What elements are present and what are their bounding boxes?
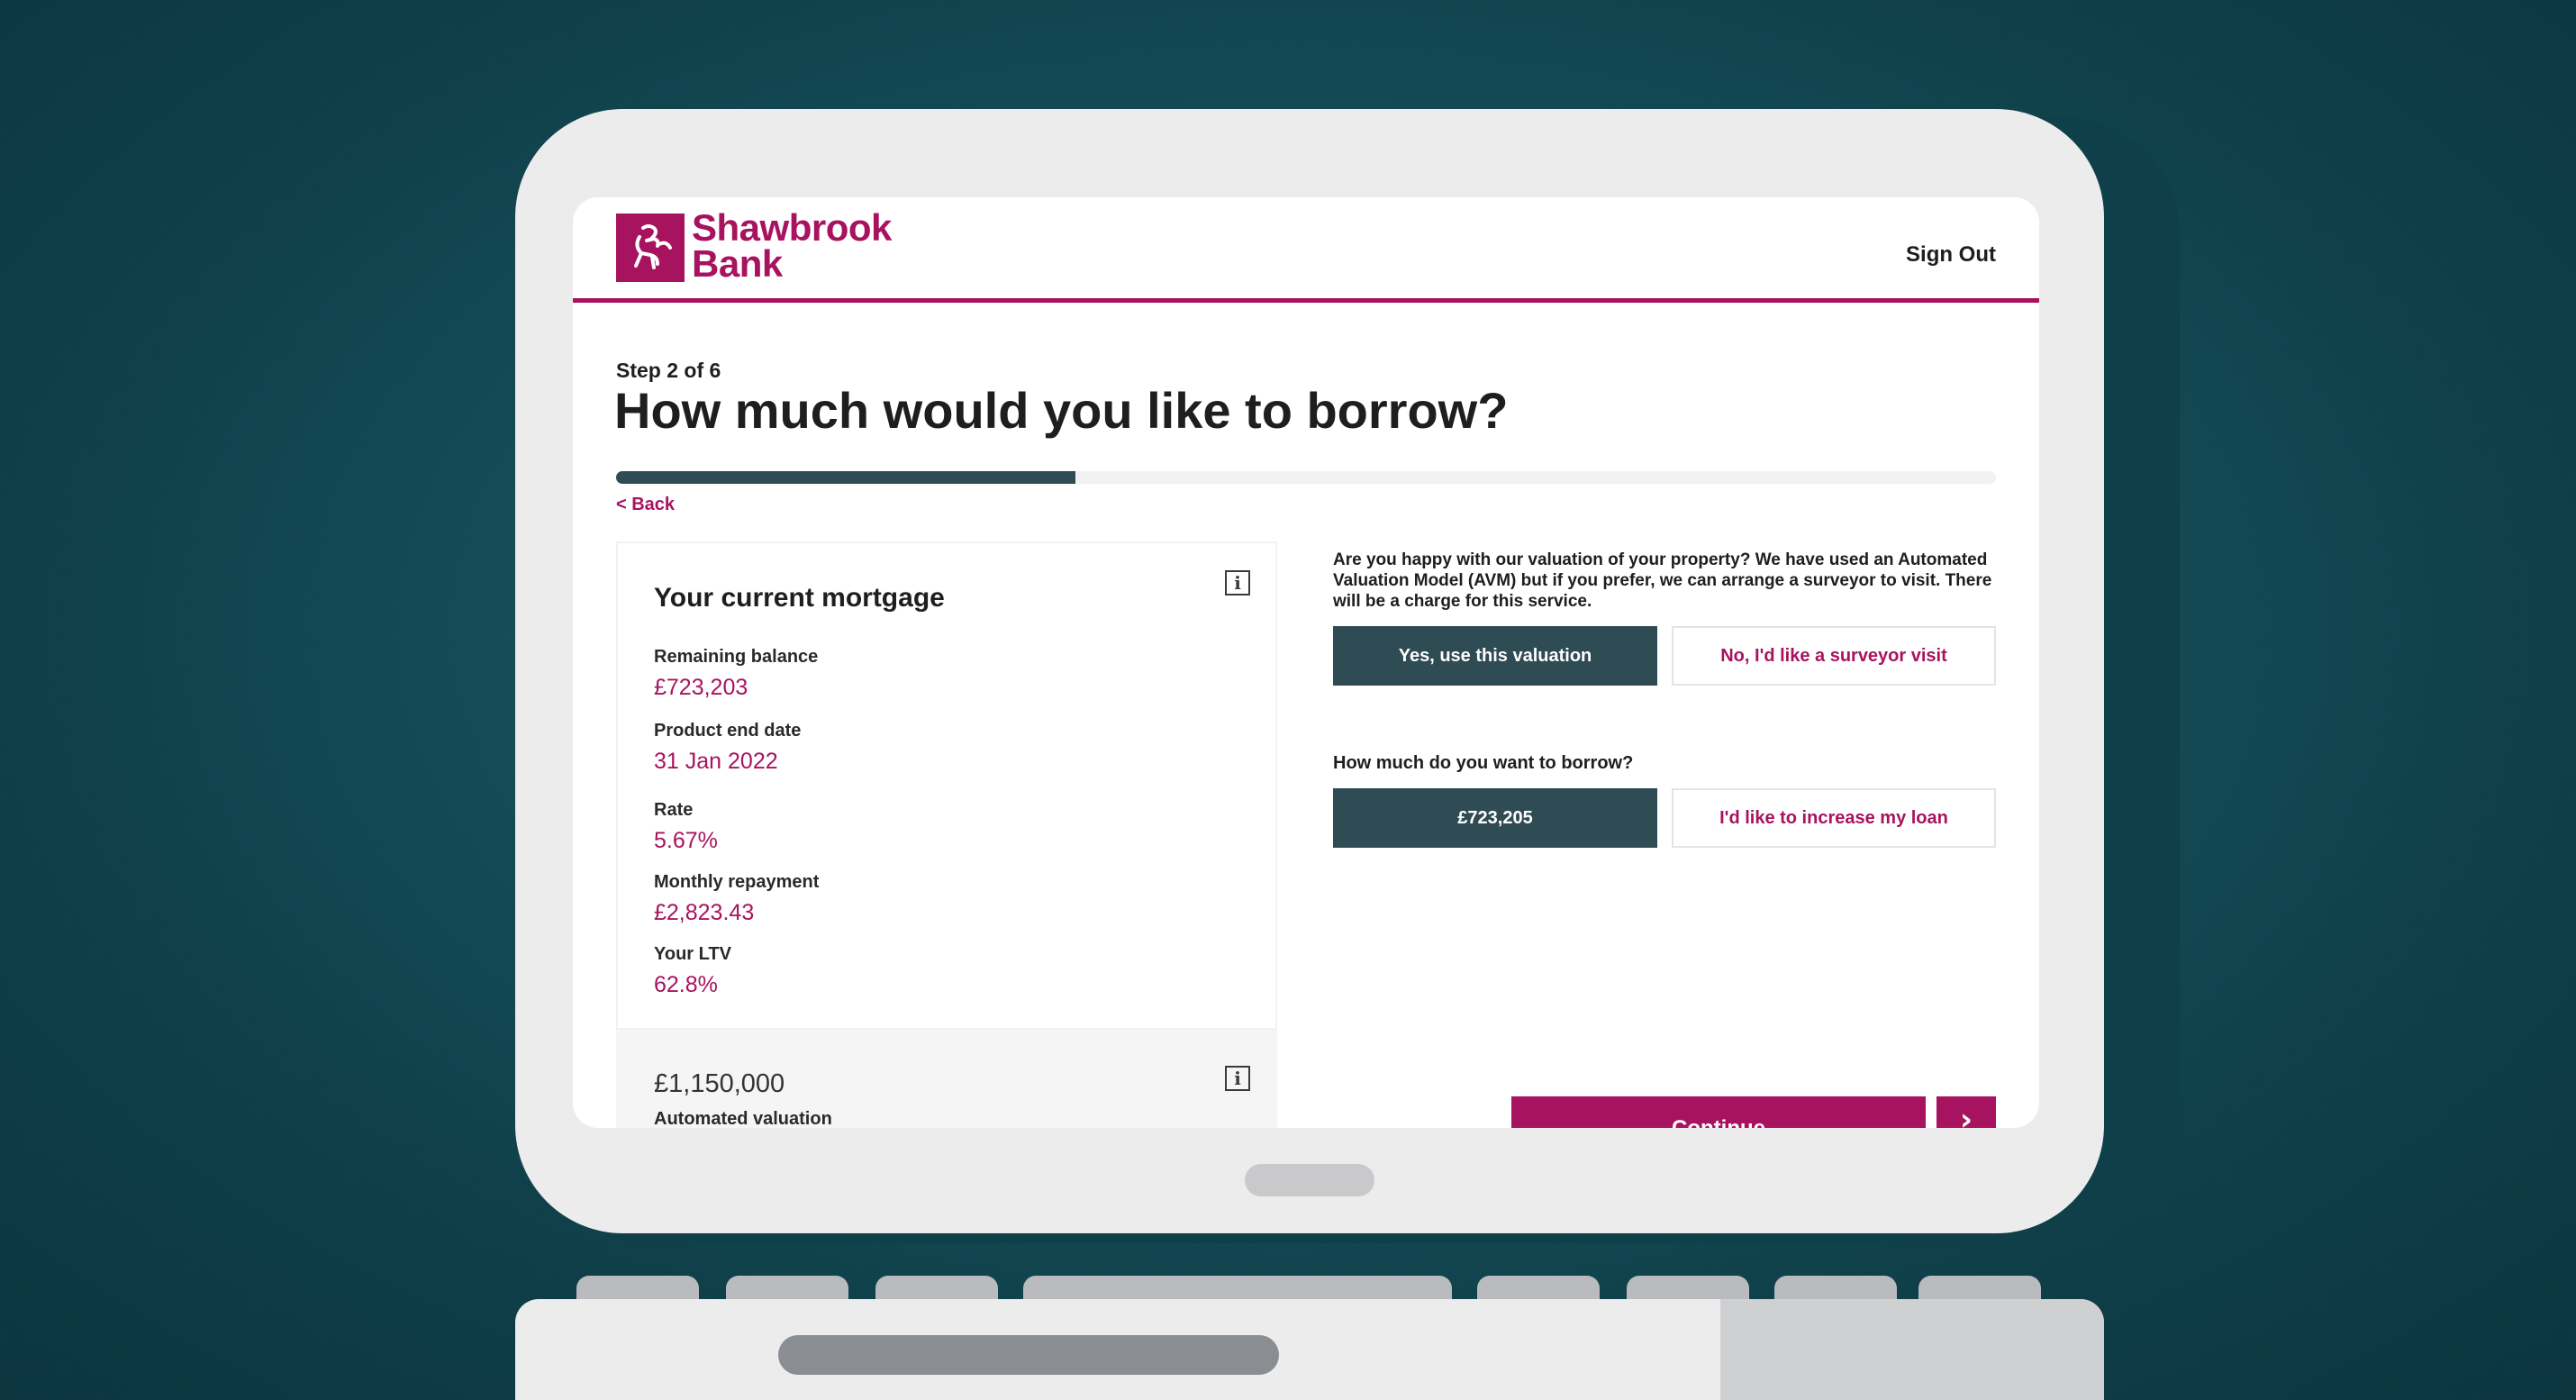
rate-value: 5.67% — [654, 828, 718, 853]
borrow-question: How much do you want to borrow? — [1333, 753, 1634, 773]
brand-name-line2: Bank — [692, 242, 783, 285]
use-valuation-button[interactable]: Yes, use this valuation — [1333, 626, 1657, 686]
lion-logo-icon[interactable] — [616, 214, 685, 282]
continue-button-label: Continue — [1672, 1116, 1765, 1128]
laptop-base-slot — [778, 1335, 1279, 1375]
surveyor-visit-button-label: No, I'd like a surveyor visit — [1720, 645, 1947, 666]
continue-button[interactable]: Continue — [1511, 1096, 1926, 1128]
laptop-screen: Shawbrook Bank Sign Out Step 2 of 6 How … — [573, 197, 2039, 1128]
increase-loan-button[interactable]: I'd like to increase my loan — [1672, 788, 1996, 848]
ltv-label: Your LTV — [654, 944, 731, 964]
remaining-balance-value: £723,203 — [654, 675, 748, 700]
monthly-repayment-label: Monthly repayment — [654, 872, 820, 892]
ltv-value: 62.8% — [654, 972, 718, 997]
back-link[interactable]: < Back — [616, 495, 675, 515]
valuation-label: Automated valuation — [654, 1109, 832, 1128]
valuation-amount: £1,150,000 — [654, 1069, 785, 1098]
monthly-repayment-value: £2,823.43 — [654, 900, 755, 925]
site-header: Shawbrook Bank Sign Out — [573, 197, 2039, 303]
step-indicator: Step 2 of 6 — [616, 359, 721, 382]
info-icon[interactable]: i — [1225, 570, 1250, 595]
sign-out-link[interactable]: Sign Out — [1906, 242, 1996, 268]
page-title: How much would you like to borrow? — [614, 382, 1509, 439]
laptop-hinge-pill — [1245, 1164, 1374, 1196]
remaining-balance-label: Remaining balance — [654, 647, 819, 667]
rate-label: Rate — [654, 800, 694, 820]
borrow-amount-button-label: £723,205 — [1457, 807, 1533, 828]
laptop-base-shade — [1720, 1299, 2104, 1400]
valuation-question: Are you happy with our valuation of your… — [1333, 550, 1992, 611]
product-end-date-value: 31 Jan 2022 — [654, 749, 778, 774]
brand-name-line1: Shawbrook — [692, 206, 892, 249]
borrow-amount-button[interactable]: £723,205 — [1333, 788, 1657, 848]
chevron-right-icon[interactable]: › — [1937, 1096, 1996, 1128]
card-title: Your current mortgage — [654, 583, 945, 613]
product-end-date-label: Product end date — [654, 721, 802, 741]
use-valuation-button-label: Yes, use this valuation — [1398, 645, 1592, 666]
info-icon[interactable]: i — [1225, 1066, 1250, 1091]
progress-bar — [616, 471, 1996, 484]
progress-bar-fill — [616, 471, 1076, 484]
surveyor-visit-button[interactable]: No, I'd like a surveyor visit — [1672, 626, 1996, 686]
brand-logo-text: Shawbrook Bank — [692, 206, 998, 285]
increase-loan-button-label: I'd like to increase my loan — [1719, 807, 1948, 828]
